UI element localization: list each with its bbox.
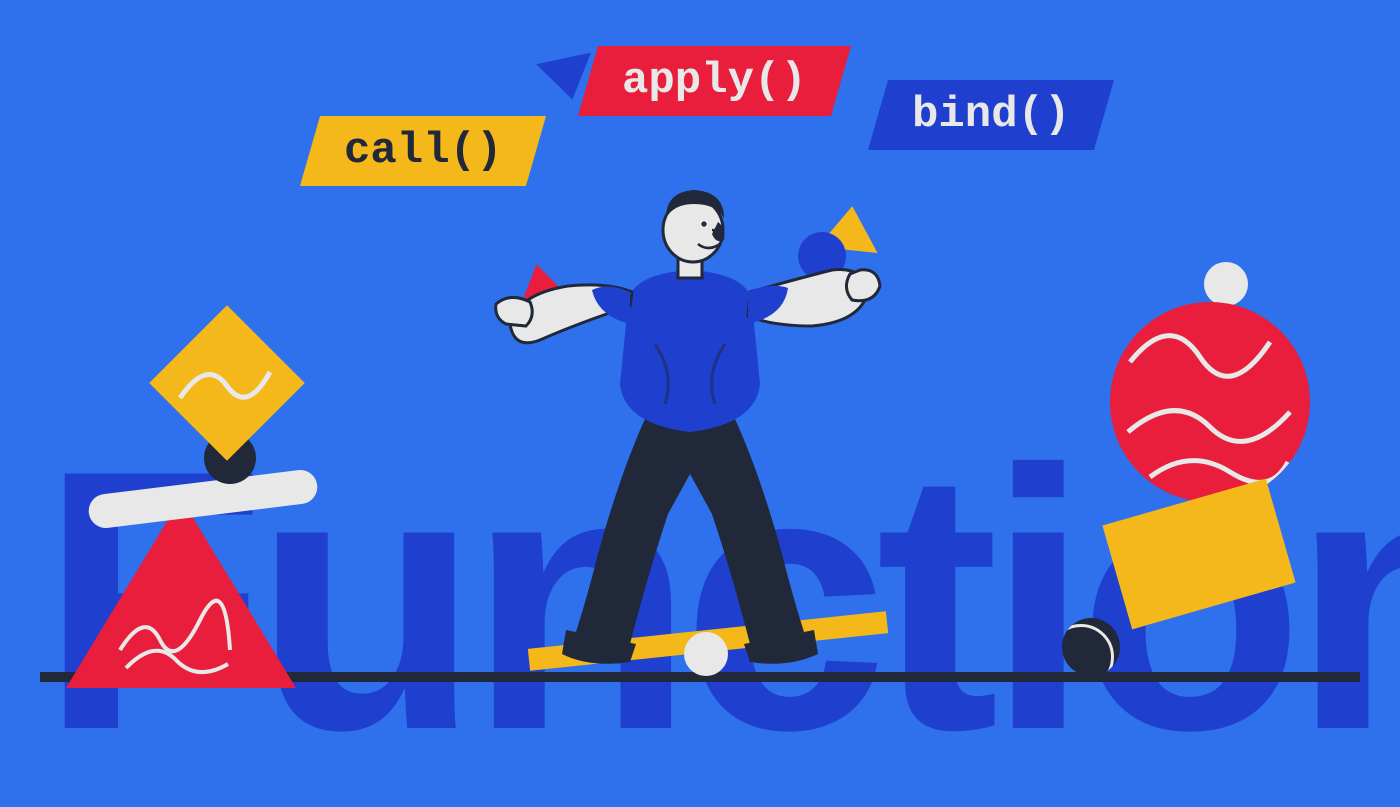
call-label: call() xyxy=(344,126,502,176)
circle-red-large-icon xyxy=(1110,302,1310,502)
illustration-stage: Function call() apply() bind() xyxy=(0,0,1400,700)
bind-label: bind() xyxy=(912,90,1070,140)
ball-dark-right-icon xyxy=(1062,618,1120,676)
triangle-squiggle-icon xyxy=(110,560,250,680)
apply-pill: apply() xyxy=(578,46,851,116)
apply-label: apply() xyxy=(622,56,807,106)
ball-light-small-icon xyxy=(1204,262,1248,306)
juggler-person-icon xyxy=(480,174,900,674)
bind-pill: bind() xyxy=(868,80,1115,150)
